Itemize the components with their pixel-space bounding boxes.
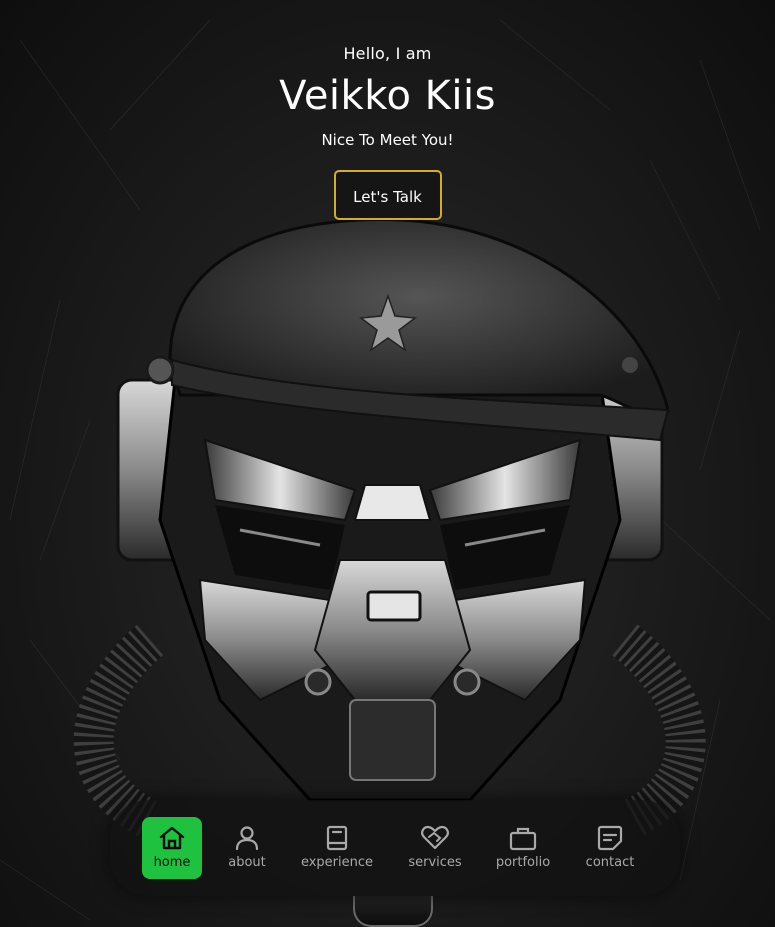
nav-item-services[interactable]: services [403,817,467,879]
hero-intro: Hello, I am Veikko Kiis Nice To Meet You… [0,44,775,220]
nav-label: contact [585,855,635,870]
hero-greeting: Hello, I am [343,44,432,63]
nav-item-contact[interactable]: contact [580,817,640,879]
nav-label: services [408,855,462,870]
briefcase-icon [509,827,537,851]
nav-label: portfolio [495,855,551,870]
nav-item-home[interactable]: home [142,817,202,879]
user-icon [235,826,259,851]
hero-tagline: Nice To Meet You! [321,131,454,149]
nav-label: home [153,855,191,870]
nav-label: about [228,855,266,870]
nav-item-portfolio[interactable]: portfolio [493,817,553,879]
nav-label: experience [300,855,374,870]
nav-item-about[interactable]: about [222,817,272,879]
book-icon [326,825,348,851]
hero-name: Veikko Kiis [279,73,496,119]
home-icon [159,826,185,850]
lets-talk-button[interactable]: Let's Talk [333,170,442,220]
heart-handshake-icon [421,825,449,850]
bottom-nav: home about experience services portfolio [110,800,680,896]
helmet-neck-artwork [353,896,433,927]
message-icon [597,825,623,851]
nav-item-experience[interactable]: experience [297,817,377,879]
